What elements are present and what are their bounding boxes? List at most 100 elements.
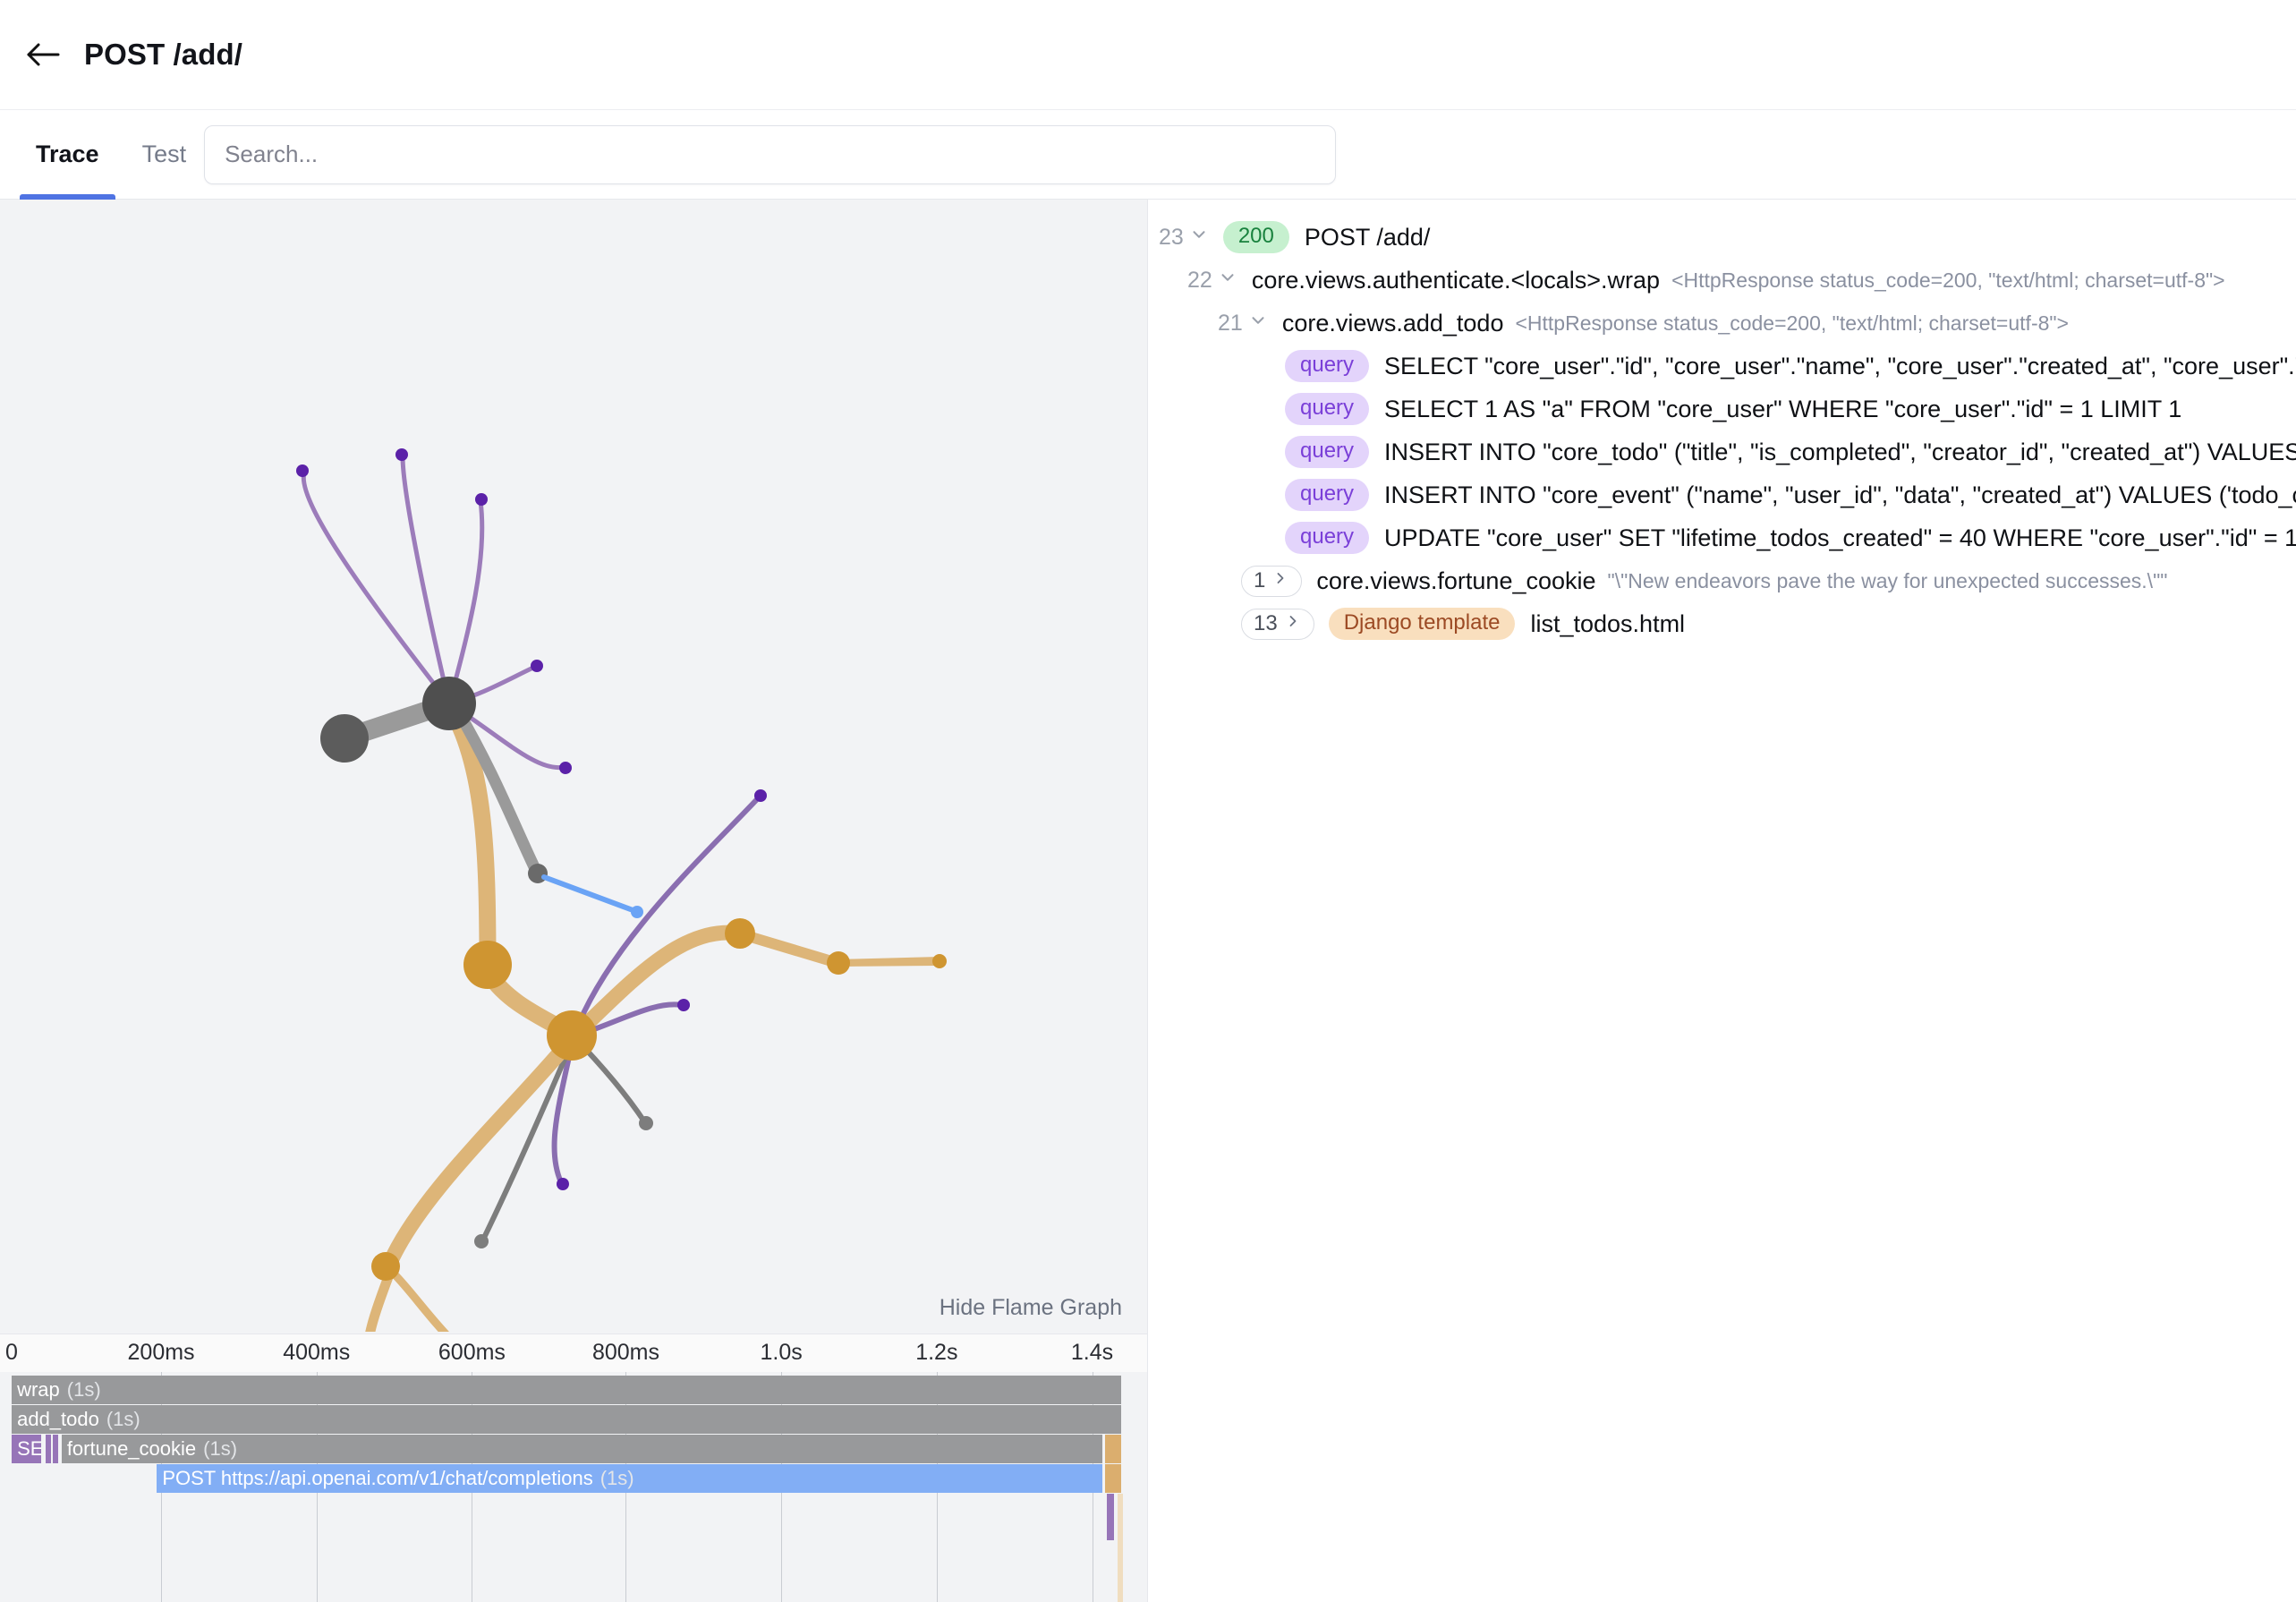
expand-toggle[interactable]: 1 [1241,565,1303,597]
trace-row-label: core.views.add_todo [1281,309,1504,337]
flame-bar-duration: (1s) [66,1378,101,1401]
hide-flame-graph-button[interactable]: Hide Flame Graph [940,1295,1122,1321]
flame-bar[interactable]: POST https://api.openai.com/v1/chat/comp… [157,1464,1103,1493]
flame-bar-duration: (1s) [203,1437,238,1460]
child-count: 13 [1254,610,1278,635]
chevron-right-icon [1271,568,1289,593]
flame-bar[interactable]: fortune_cookie (1s) [61,1435,1103,1463]
flame-bar-label: fortune_cookie [66,1437,197,1460]
template-badge: Django template [1328,608,1516,640]
flame-axis-tick: 200ms [127,1340,195,1365]
trace-row[interactable]: query INSERT INTO "core_event" ("name", "… [1148,473,2296,516]
expand-toggle[interactable]: 22 [1187,268,1237,294]
trace-row-label: list_todos.html [1530,609,1686,637]
graph-node [320,714,369,763]
expand-toggle[interactable]: 21 [1218,311,1268,337]
tab-trace[interactable]: Trace [20,110,115,200]
trace-row-label: INSERT INTO "core_todo" ("title", "is_co… [1384,438,2296,465]
trace-row-label: POST /add/ [1304,223,1431,251]
flame-bar-label: SE [17,1437,41,1460]
trace-row[interactable]: query INSERT INTO "core_todo" ("title", "… [1148,430,2296,473]
trace-graph-pane: Hide Flame Graph 0 200ms 400ms 600ms 800ms 1.… [0,200,1148,1602]
tab-list: Trace Test [0,110,203,200]
flame-axis-tick: 800ms [591,1340,659,1365]
flame-axis-tick: 400ms [283,1340,351,1365]
flame-bar-label: add_todo [17,1408,99,1430]
expand-toggle[interactable]: 23 [1159,225,1209,251]
graph-node-hub [547,1010,597,1061]
tab-test[interactable]: Test [126,110,203,200]
search-input[interactable] [204,124,1337,184]
top-bar: POST /add/ [0,0,2296,110]
trace-row-label: core.views.fortune_cookie [1316,567,1596,594]
trace-row[interactable]: query SELECT "core_user"."id", "core_user… [1148,345,2296,388]
flame-axis-tick: 1.0s [760,1340,803,1365]
graph-node [463,941,512,989]
query-badge: query [1285,436,1370,468]
trace-graph-svg [296,448,947,1332]
trace-row-label: SELECT 1 AS "a" FROM "core_user" WHERE "… [1384,395,2182,422]
flame-bar-label: POST https://api.openai.com/v1/chat/comp… [162,1467,593,1489]
trace-row[interactable]: query UPDATE "core_user" SET "lifetime_to… [1148,516,2296,559]
trace-row-label: SELECT "core_user"."id", "core_user"."na… [1384,352,2296,379]
child-count: 1 [1254,567,1266,592]
tab-strip: Trace Test [0,110,2296,200]
chevron-down-icon [1218,268,1237,293]
graph-node-root [422,677,476,730]
chevron-right-icon [1284,611,1302,636]
main-content: Hide Flame Graph 0 200ms 400ms 600ms 800ms 1.… [0,200,2296,1602]
graph-node [725,918,755,949]
graph-node [827,951,850,975]
trace-row-label: UPDATE "core_user" SET "lifetime_todos_c… [1384,524,2296,551]
flame-bar[interactable] [1107,1494,1115,1540]
flame-bar-label: wrap [17,1378,60,1401]
page-title: POST /add/ [84,38,243,71]
chevron-down-icon [1248,311,1268,336]
child-count: 21 [1218,310,1243,336]
flame-graph-axis: 0 200ms 400ms 600ms 800ms 1.0s 1.2s 1.4s [0,1334,1147,1372]
flame-bar[interactable] [1117,1523,1123,1602]
flame-graph-body[interactable]: wrap (1s) add_todo (1s) SE fortune_cookie (1s)… [0,1372,1147,1602]
status-badge: 200 [1222,221,1289,253]
flame-bar[interactable]: wrap (1s) [12,1376,1122,1404]
flame-axis-tick: 1.4s [1070,1340,1114,1365]
query-badge: query [1285,393,1370,425]
child-count: 23 [1159,224,1184,250]
flame-bar-duration: (1s) [600,1467,634,1489]
trace-tree-pane: 23 200 POST /add/22 core.views.authenticate… [1148,200,2296,1602]
flame-bar[interactable]: add_todo (1s) [12,1405,1122,1434]
graph-node [371,1252,400,1281]
trace-row-detail: <HttpResponse status_code=200, "text/htm… [1671,268,2225,292]
graph-node [528,864,548,883]
expand-toggle[interactable]: 13 [1241,608,1314,640]
trace-row[interactable]: 1 core.views.fortune_cookie "\"New endeavo… [1148,559,2296,602]
trace-row-label: core.views.authenticate.<locals>.wrap [1251,266,1661,294]
query-badge: query [1285,522,1370,554]
child-count: 22 [1187,267,1212,293]
flame-bar[interactable]: SE [12,1435,41,1463]
trace-row-detail: "\"New endeavors pave the way for unexpe… [1607,568,2168,592]
trace-graph[interactable]: Hide Flame Graph [0,200,1147,1334]
graph-node [932,954,947,968]
chevron-down-icon [1189,225,1209,250]
trace-row[interactable]: 23 200 POST /add/ [1148,216,2296,259]
arrow-left-icon [27,43,60,66]
trace-row[interactable]: 13 Django template list_todos.html [1148,602,2296,645]
trace-row[interactable]: query SELECT 1 AS "a" FROM "core_user" WH… [1148,388,2296,430]
flame-axis-tick: 600ms [438,1340,506,1365]
flame-bar[interactable] [1105,1435,1122,1463]
trace-row-label: INSERT INTO "core_event" ("name", "user_… [1384,481,2296,508]
flame-bar-duration: (1s) [106,1408,140,1430]
search-container [202,110,2296,199]
flame-bar[interactable] [45,1435,51,1463]
back-button[interactable] [23,34,64,75]
trace-row[interactable]: 21 core.views.add_todo <HttpResponse statu… [1148,302,2296,345]
flame-bar[interactable] [1105,1464,1122,1493]
flame-graph: 0 200ms 400ms 600ms 800ms 1.0s 1.2s 1.4s wrap (1… [0,1334,1147,1602]
trace-row[interactable]: 22 core.views.authenticate.<locals>.wrap <… [1148,259,2296,302]
query-badge: query [1285,479,1370,511]
trace-row-detail: <HttpResponse status_code=200, "text/htm… [1515,311,2069,335]
flame-axis-tick: 1.2s [915,1340,958,1365]
flame-bar[interactable] [52,1435,58,1463]
query-badge: query [1285,350,1370,382]
